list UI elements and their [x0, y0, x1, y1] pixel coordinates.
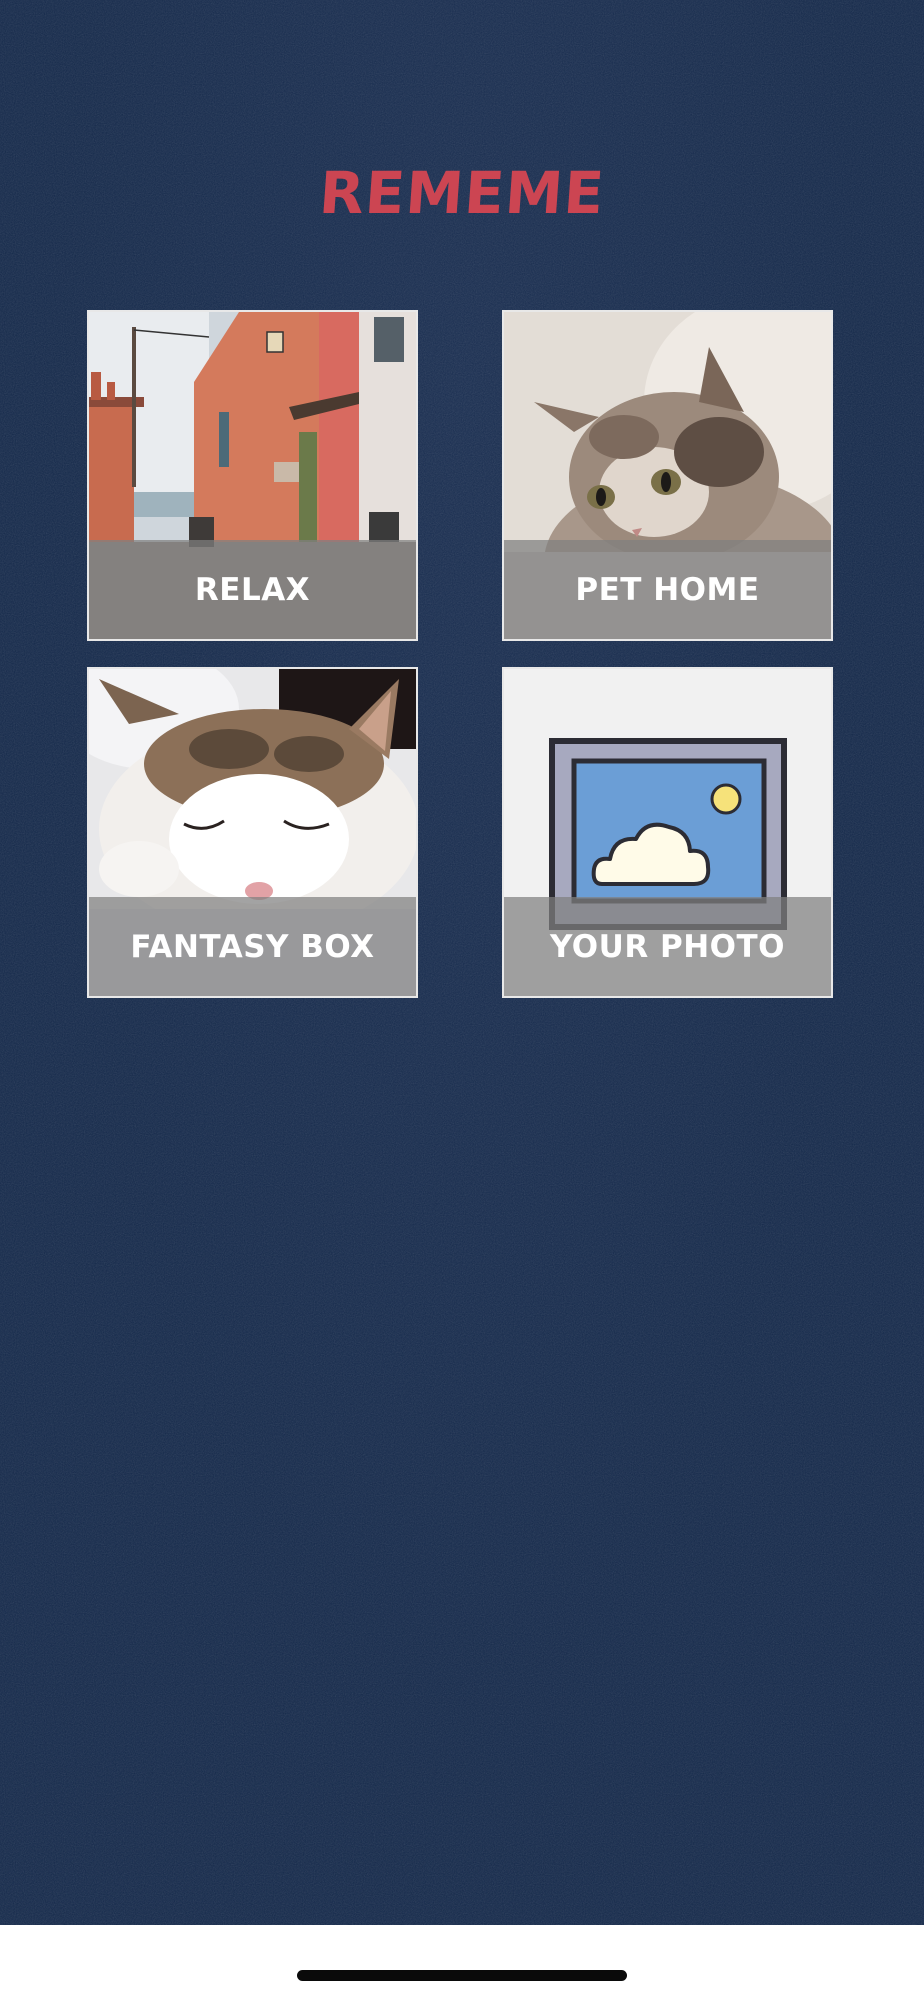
- fantasy-box-tile[interactable]: FANTASY BOX: [87, 667, 418, 998]
- relax-label: RELAX: [194, 571, 311, 608]
- app-title: REMEME: [317, 159, 607, 227]
- caption-bar: FANTASY BOX: [89, 897, 416, 996]
- pet-home-tile[interactable]: PET HOME: [502, 310, 833, 641]
- home-indicator[interactable]: [297, 1970, 627, 1981]
- fantasy-box-label: FANTASY BOX: [130, 928, 375, 965]
- pet-home-label: PET HOME: [575, 571, 760, 608]
- your-photo-tile[interactable]: YOUR PHOTO: [502, 667, 833, 998]
- relax-tile[interactable]: RELAX: [87, 310, 418, 641]
- caption-bar: PET HOME: [504, 540, 831, 639]
- caption-bar: RELAX: [89, 540, 416, 639]
- caption-bar: YOUR PHOTO: [504, 897, 831, 996]
- app-screen: REMEME RELAX PET HOME FANTASY BOX YOUR P…: [0, 0, 924, 1925]
- your-photo-label: YOUR PHOTO: [549, 928, 786, 965]
